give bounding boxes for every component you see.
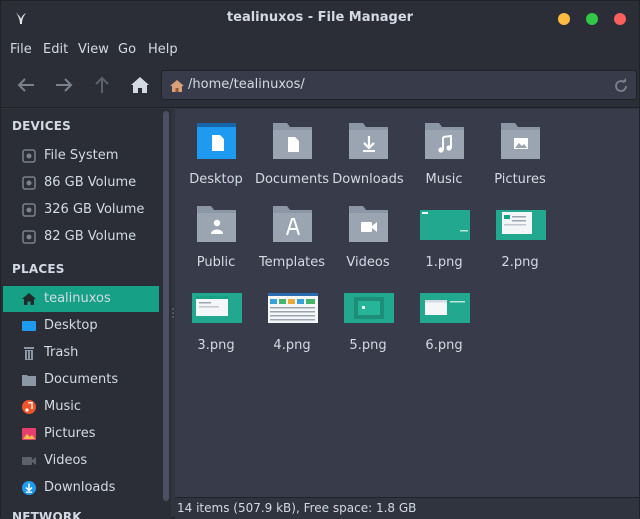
templates-folder-icon	[273, 206, 312, 242]
file-item-3-png[interactable]: 3.png	[176, 275, 256, 355]
menu-file[interactable]: File	[10, 42, 32, 57]
sidebar-item-label: 326 GB Volume	[44, 202, 145, 217]
documents-folder-icon	[273, 123, 312, 159]
sidebar-item-trash[interactable]: Trash	[3, 340, 159, 366]
file-item-6-png[interactable]: 6.png	[404, 275, 484, 355]
sidebar-item-86gb-volume[interactable]: 86 GB Volume	[3, 170, 159, 196]
pictures-folder-icon	[501, 123, 540, 159]
file-item-videos[interactable]: Videos	[328, 192, 408, 272]
public-folder-icon	[197, 206, 236, 242]
menu-go[interactable]: Go	[118, 42, 136, 57]
sidebar-item-label: 86 GB Volume	[44, 175, 137, 190]
sidebar-item-label: Videos	[44, 453, 88, 468]
sidebar-item-pictures[interactable]: Pictures	[3, 421, 159, 447]
image-thumbnail	[268, 293, 318, 323]
sidebar-item-label: Documents	[44, 372, 119, 387]
file-item-music[interactable]: Music	[404, 109, 484, 189]
file-item-2-png[interactable]: 2.png	[480, 192, 560, 272]
sidebar-item-documents[interactable]: Documents	[3, 367, 159, 393]
file-item-downloads[interactable]: Downloads	[328, 109, 408, 189]
sidebar-item-label: Pictures	[44, 426, 96, 441]
location-path[interactable]: /home/tealinuxos/	[188, 77, 305, 92]
toolbar: /home/tealinuxos/	[1, 62, 639, 108]
status-text: 14 items (507.9 kB), Free space: 1.8 GB	[177, 501, 417, 515]
videos-folder-icon	[349, 206, 388, 242]
menu-edit[interactable]: Edit	[43, 42, 68, 57]
reload-icon[interactable]	[612, 77, 630, 95]
title-bar[interactable]: tealinuxos - File Manager	[1, 1, 639, 36]
sidebar-item-326gb-volume[interactable]: 326 GB Volume	[3, 197, 159, 223]
documents-icon	[22, 375, 36, 386]
sidebar-item-82gb-volume[interactable]: 82 GB Volume	[3, 224, 159, 250]
menu-bar: File Edit View Go Help	[1, 36, 639, 62]
sidebar-item-desktop[interactable]: Desktop	[3, 313, 159, 339]
file-item-pictures[interactable]: Pictures	[480, 109, 560, 189]
file-item-desktop[interactable]: Desktop	[176, 109, 256, 189]
sidebar-item-label: Music	[44, 399, 81, 414]
home-icon	[22, 293, 36, 305]
image-thumbnail	[344, 293, 394, 323]
sidebar-item-label: File System	[44, 148, 119, 163]
sidebar: DEVICES File System 86 GB Volume 326 GB …	[1, 109, 161, 519]
pictures-icon	[22, 428, 36, 440]
status-bar: 14 items (507.9 kB), Free space: 1.8 GB	[175, 497, 639, 519]
file-item-public[interactable]: Public	[176, 192, 256, 272]
sidebar-scrollbar-thumb[interactable]	[163, 111, 169, 501]
forward-arrow-icon[interactable]	[52, 73, 76, 97]
close-button[interactable]	[614, 13, 626, 25]
minimize-button[interactable]	[558, 13, 570, 25]
sidebar-item-downloads[interactable]: Downloads	[3, 475, 159, 501]
sidebar-item-music[interactable]: Music	[3, 394, 159, 420]
videos-icon	[22, 457, 36, 465]
up-arrow-icon[interactable]	[90, 73, 114, 97]
file-manager-window: tealinuxos - File Manager File Edit View…	[0, 0, 640, 519]
drive-icon	[22, 176, 36, 190]
menu-help[interactable]: Help	[148, 42, 178, 57]
drive-icon	[22, 203, 36, 217]
drive-icon	[22, 230, 36, 244]
maximize-button[interactable]	[586, 13, 598, 25]
file-item-4-png[interactable]: 4.png	[252, 275, 332, 355]
devices-heading: DEVICES	[12, 119, 71, 133]
sidebar-item-label: Trash	[44, 345, 79, 360]
image-thumbnail	[420, 293, 470, 323]
image-thumbnail	[420, 210, 470, 240]
sidebar-item-videos[interactable]: Videos	[3, 448, 159, 474]
file-item-documents[interactable]: Documents	[252, 109, 332, 189]
sidebar-item-label: Downloads	[44, 480, 116, 495]
menu-view[interactable]: View	[78, 42, 109, 57]
file-item-1-png[interactable]: 1.png	[404, 192, 484, 272]
file-name: 2.png	[501, 255, 539, 270]
image-thumbnail	[192, 293, 242, 323]
file-name: Pictures	[494, 172, 546, 187]
sidebar-item-label: Desktop	[44, 318, 98, 333]
music-folder-icon	[425, 123, 464, 159]
places-heading: PLACES	[12, 262, 65, 276]
desktop-folder-icon	[197, 123, 236, 159]
location-bar[interactable]: /home/tealinuxos/	[161, 70, 637, 100]
pane-resize-handle[interactable]	[172, 307, 174, 319]
back-arrow-icon[interactable]	[14, 73, 38, 97]
image-thumbnail	[496, 210, 546, 240]
sidebar-item-file-system[interactable]: File System	[3, 143, 159, 169]
desktop-icon	[22, 321, 36, 331]
sidebar-item-label: tealinuxos	[44, 291, 111, 306]
drive-icon	[22, 149, 36, 163]
window-title: tealinuxos - File Manager	[226, 10, 414, 25]
file-view[interactable]: Desktop Documents Downloads Music Pictur…	[175, 109, 639, 497]
home-folder-icon	[170, 80, 184, 92]
music-icon	[22, 400, 36, 414]
downloads-folder-icon	[349, 123, 388, 159]
sidebar-item-tealinuxos[interactable]: tealinuxos	[3, 286, 159, 312]
sidebar-item-label: 82 GB Volume	[44, 229, 137, 244]
trash-icon	[24, 347, 34, 360]
file-name: 6.png	[425, 338, 463, 353]
file-item-5-png[interactable]: 5.png	[328, 275, 408, 355]
home-icon[interactable]	[128, 73, 152, 97]
downloads-icon	[22, 481, 36, 495]
file-item-templates[interactable]: Templates	[252, 192, 332, 272]
